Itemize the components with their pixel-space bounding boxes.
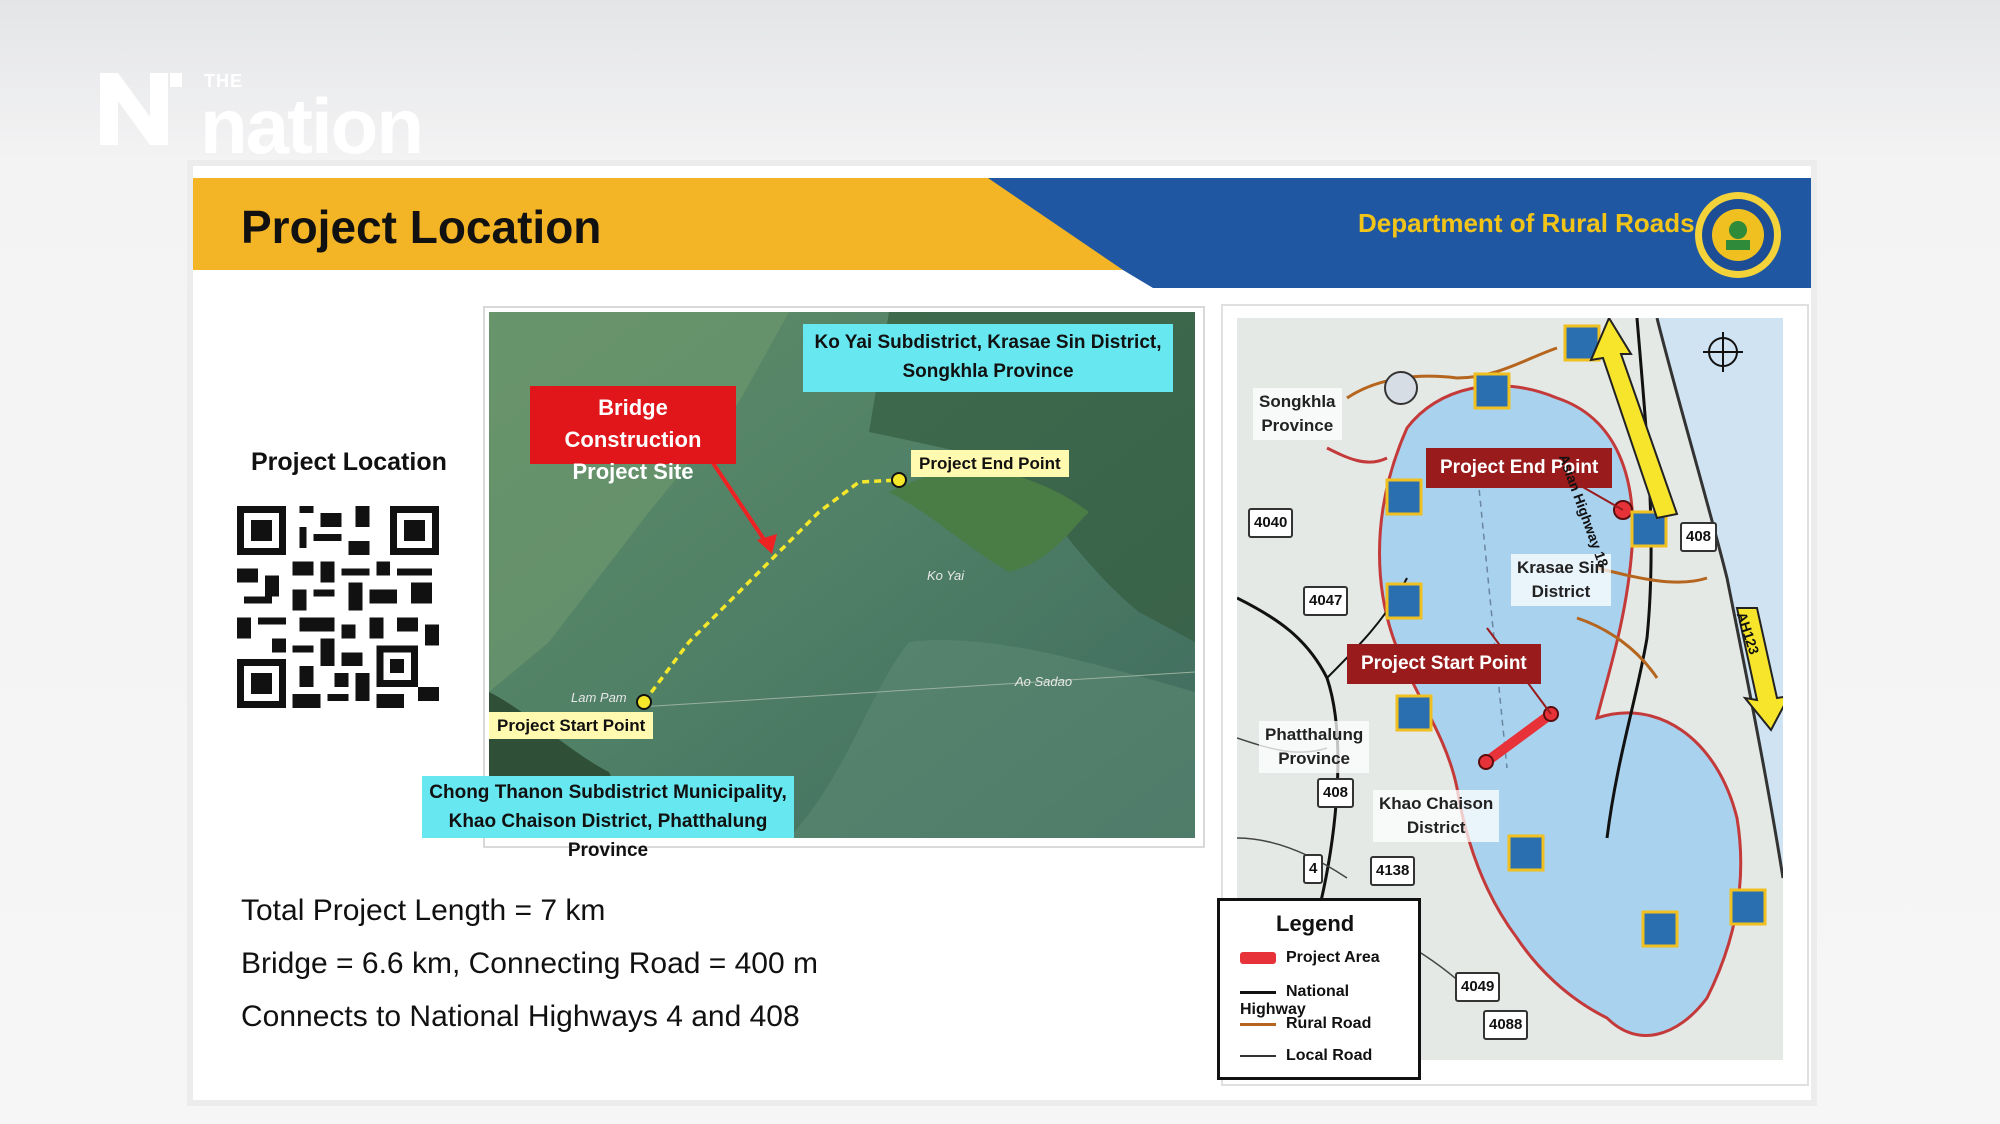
end-location-line2: Songkhla Province (902, 361, 1074, 382)
department-name: Department of Rural Roads (1358, 208, 1695, 238)
end-location-line1: Ko Yai Subdistrict, Krasae Sin District, (814, 332, 1162, 353)
map-khao-label: Khao Chaison District (1373, 790, 1500, 842)
project-site-line1: Bridge Construction (564, 395, 702, 452)
info-total-length: Total Project Length = 7 km (241, 894, 606, 927)
local-road-swatch (1240, 1055, 1276, 1057)
route-shield-4138: 4138 (1370, 856, 1416, 886)
sat-start-point-label: Project Start Point (489, 712, 654, 739)
start-location-label: Chong Thanon Subdistrict Municipality, K… (422, 776, 794, 861)
route-shield-408-east: 408 (1680, 522, 1718, 552)
route-shield-408-west: 408 (1317, 778, 1355, 808)
slide: Project Location Department of Rural Roa… (193, 166, 1811, 1100)
place-lam-pam: Lam Pam (571, 690, 627, 705)
place-ao-sadao: Ao Sadao (1015, 674, 1073, 689)
legend-item-local-road: Local Road (1240, 1047, 1372, 1065)
qr-label: Project Location (251, 448, 447, 476)
legend-item-national-highway: National Highway (1240, 983, 1418, 1019)
place-ko-yai: Ko Yai (927, 568, 965, 583)
legend-label-rural-road: Rural Road (1286, 1015, 1372, 1032)
info-highways: Connects to National Highways 4 and 408 (241, 1000, 800, 1033)
khao-line1: Khao Chaison (1379, 794, 1494, 813)
route-shield-4088: 4088 (1483, 1010, 1529, 1040)
legend-title: Legend (1276, 911, 1355, 936)
krasae-line1: Krasae Sin (1517, 558, 1605, 577)
map-end-point-label: Project End Point (1426, 448, 1613, 488)
nation-logo: THE nation (100, 65, 460, 165)
map-start-point-label: Project Start Point (1347, 644, 1541, 684)
legend-item-rural-road: Rural Road (1240, 1015, 1371, 1033)
route-shield-4049: 4049 (1455, 972, 1501, 1002)
phatthalung-line1: Phatthalung (1265, 725, 1364, 744)
legend-label-national-highway: National Highway (1240, 983, 1350, 1019)
route-shield-4040: 4040 (1248, 508, 1294, 538)
qr-code-icon[interactable] (237, 506, 439, 708)
start-location-line2: Khao Chaison District, Phatthalung Provi… (448, 811, 768, 861)
phatthalung-line2: Province (1278, 749, 1351, 768)
krasae-line2: District (1531, 582, 1591, 601)
info-bridge-road: Bridge = 6.6 km, Connecting Road = 400 m (241, 947, 819, 980)
legend-label-project-area: Project Area (1286, 949, 1380, 966)
project-area-swatch (1240, 952, 1276, 964)
logo-name: nation (200, 82, 424, 170)
route-shield-4047: 4047 (1303, 586, 1349, 616)
nation-n-logo-icon (100, 73, 182, 145)
sat-end-point-label: Project End Point (911, 450, 1069, 477)
songkhla-line2: Province (1261, 416, 1334, 435)
national-highway-swatch (1240, 990, 1276, 994)
rural-road-swatch (1240, 1022, 1276, 1026)
legend-item-project-area: Project Area (1240, 949, 1380, 967)
project-site-line2: Project Site (572, 459, 694, 484)
start-location-line1: Chong Thanon Subdistrict Municipality, (429, 782, 787, 803)
map-legend: Legend Project Area National Highway Rur… (1217, 898, 1421, 1080)
route-shield-4: 4 (1303, 854, 1324, 884)
department-seal-icon (1695, 192, 1781, 278)
map-phatthalung-label: Phatthalung Province (1259, 721, 1370, 773)
map-songkhla-label: Songkhla Province (1253, 388, 1342, 440)
khao-line2: District (1406, 818, 1466, 837)
project-site-label: Bridge Construction Project Site (530, 386, 736, 484)
project-info: Total Project Length = 7 km Bridge = 6.6… (241, 894, 818, 1053)
page-title: Project Location (241, 201, 602, 253)
legend-label-local-road: Local Road (1286, 1047, 1373, 1064)
end-location-label: Ko Yai Subdistrict, Krasae Sin District,… (803, 324, 1173, 392)
songkhla-line1: Songkhla (1259, 392, 1336, 411)
